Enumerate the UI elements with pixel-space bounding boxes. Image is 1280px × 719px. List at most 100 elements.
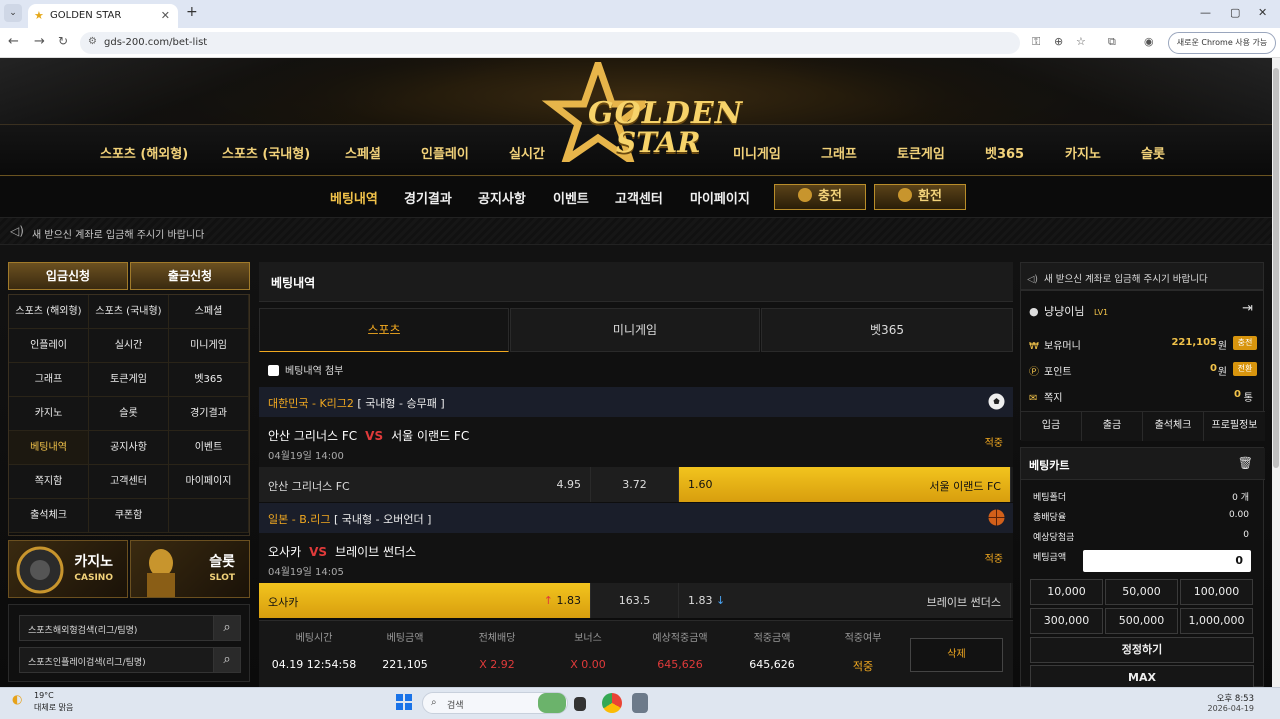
side-item-event[interactable]: 이벤트 (169, 431, 249, 465)
side-item-sports-domestic[interactable]: 스포츠 (국내형) (89, 295, 169, 329)
side-item-inplay[interactable]: 인플레이 (9, 329, 89, 363)
withdraw-request-button[interactable]: 출금신청 (130, 262, 250, 290)
weather-icon[interactable]: ◐ (12, 692, 22, 706)
odds-away[interactable]: 1.83 ↓ 브레이브 썬더스 (679, 583, 1011, 618)
nav-minigame[interactable]: 미니게임 (733, 143, 781, 162)
subnav-support[interactable]: 고객센터 (615, 188, 663, 207)
reset-button[interactable]: 정정하기 (1030, 637, 1254, 663)
side-item-live[interactable]: 실시간 (89, 329, 169, 363)
side-item-minigame[interactable]: 미니게임 (169, 329, 249, 363)
exchange-button[interactable]: 환전 (874, 184, 966, 210)
odds-away-selected[interactable]: 1.60 서울 이랜드 FC (679, 467, 1011, 502)
search-icon[interactable]: ⌕ (213, 647, 241, 673)
side-item-bet-history[interactable]: 베팅내역 (9, 431, 89, 465)
withdraw-button[interactable]: 출금 (1082, 411, 1143, 441)
side-item-messages[interactable]: 쪽지함 (9, 465, 89, 499)
side-item-coupon[interactable]: 쿠폰함 (89, 499, 169, 533)
nav-casino[interactable]: 카지노 (1065, 143, 1101, 162)
side-item-bet365[interactable]: 벳365 (169, 363, 249, 397)
side-item-attendance[interactable]: 출석체크 (9, 499, 89, 533)
subnav-bet-history[interactable]: 베팅내역 (330, 188, 378, 207)
browser-tab[interactable]: ★ GOLDEN STAR ✕ (28, 4, 178, 28)
task-view-icon[interactable] (574, 697, 586, 711)
chip-300000[interactable]: 300,000 (1030, 608, 1103, 634)
odds-home-selected[interactable]: 오사카 ↑ 1.83 (259, 583, 591, 618)
nav-special[interactable]: 스페셜 (345, 143, 381, 162)
chrome-taskbar-icon[interactable] (602, 693, 622, 713)
search-overseas-input[interactable]: 스포츠해외형검색(리그/팀명) (19, 615, 215, 641)
attendance-button[interactable]: 출석체크 (1143, 411, 1204, 441)
extensions-icon[interactable]: ⧉ (1108, 35, 1116, 49)
subnav-mypage[interactable]: 마이페이지 (690, 188, 750, 207)
calculator-icon[interactable] (632, 693, 648, 713)
tab-sports[interactable]: 스포츠 (259, 308, 509, 352)
profile-icon[interactable]: ◉ (1144, 35, 1154, 48)
chip-50000[interactable]: 50,000 (1105, 579, 1178, 605)
windows-start-icon[interactable] (396, 694, 412, 710)
tab-minigame[interactable]: 미니게임 (510, 308, 760, 352)
side-item-special[interactable]: 스페셜 (169, 295, 249, 329)
close-window-icon[interactable]: ✕ (1258, 6, 1267, 19)
chip-500000[interactable]: 500,000 (1105, 608, 1178, 634)
trash-icon[interactable]: 🗑 (1238, 456, 1253, 470)
search-icon[interactable]: ⌕ (213, 615, 241, 641)
deposit-request-button[interactable]: 입금신청 (8, 262, 128, 290)
chip-10000[interactable]: 10,000 (1030, 579, 1103, 605)
nav-sports-domestic[interactable]: 스포츠 (국내형) (222, 143, 310, 162)
minimize-icon[interactable]: — (1200, 6, 1211, 19)
side-item-notice[interactable]: 공지사항 (89, 431, 169, 465)
money-charge-button[interactable]: 충전 (1233, 336, 1257, 350)
nav-token-game[interactable]: 토큰게임 (897, 143, 945, 162)
search-inplay-input[interactable]: 스포츠인플레이검색(리그/팀명) (19, 647, 215, 673)
site-info-icon[interactable]: ⚙ (88, 36, 97, 47)
side-item-slot[interactable]: 슬롯 (89, 397, 169, 431)
address-bar[interactable]: ⚙ gds-200.com/bet-list (80, 32, 1020, 54)
charge-button[interactable]: 충전 (774, 184, 866, 210)
odds-draw[interactable]: 3.72 (591, 467, 679, 502)
zoom-icon[interactable]: ⊕ (1054, 35, 1063, 48)
side-item-sports-overseas[interactable]: 스포츠 (해외형) (9, 295, 89, 329)
deposit-button[interactable]: 입금 (1021, 411, 1082, 441)
reload-icon[interactable]: ↻ (58, 34, 68, 48)
nav-inplay[interactable]: 인플레이 (421, 143, 469, 162)
tab-bet365[interactable]: 벳365 (761, 308, 1013, 352)
profile-button[interactable]: 프로필정보 (1204, 411, 1265, 441)
bookmark-star-icon[interactable]: ☆ (1076, 35, 1086, 48)
subnav-notice[interactable]: 공지사항 (478, 188, 526, 207)
widget-icon[interactable] (538, 693, 566, 713)
side-item-graph[interactable]: 그래프 (9, 363, 89, 397)
chip-1000000[interactable]: 1,000,000 (1180, 608, 1253, 634)
side-item-casino[interactable]: 카지노 (9, 397, 89, 431)
side-item-token-game[interactable]: 토큰게임 (89, 363, 169, 397)
password-key-icon[interactable]: ⚿ (1032, 35, 1040, 49)
side-item-support[interactable]: 고객센터 (89, 465, 169, 499)
side-item-results[interactable]: 경기결과 (169, 397, 249, 431)
slot-promo-banner[interactable]: 슬롯 SLOT (130, 540, 250, 598)
scrollbar-thumb[interactable] (1273, 68, 1279, 468)
new-tab-icon[interactable]: + (186, 4, 198, 20)
nav-sports-overseas[interactable]: 스포츠 (해외형) (100, 143, 188, 162)
odds-home[interactable]: 안산 그리너스 FC 4.95 (259, 467, 591, 502)
chip-100000[interactable]: 100,000 (1180, 579, 1253, 605)
close-tab-icon[interactable]: ✕ (161, 9, 170, 22)
checkbox-icon[interactable] (268, 365, 279, 376)
back-icon[interactable]: ← (8, 34, 19, 49)
site-logo[interactable]: GOLDEN STAR (536, 62, 742, 162)
subnav-event[interactable]: 이벤트 (553, 188, 589, 207)
restore-icon[interactable]: ▢ (1230, 6, 1240, 19)
chrome-update-button[interactable]: 새로운 Chrome 사용 가능 (1168, 32, 1276, 54)
nav-slot[interactable]: 슬롯 (1141, 143, 1165, 162)
casino-promo-banner[interactable]: 카지노 CASINO (8, 540, 128, 598)
delete-button[interactable]: 삭제 (910, 638, 1003, 672)
odds-line[interactable]: 163.5 (591, 583, 679, 618)
point-convert-button[interactable]: 전환 (1233, 362, 1257, 376)
nav-bet365[interactable]: 벳365 (985, 143, 1024, 162)
subnav-results[interactable]: 경기결과 (404, 188, 452, 207)
attach-checkbox[interactable]: 베팅내역 첨부 (268, 362, 343, 377)
logout-icon[interactable]: ⇥ (1242, 301, 1253, 316)
side-item-mypage[interactable]: 마이페이지 (169, 465, 249, 499)
forward-icon[interactable]: → (34, 34, 45, 49)
bet-amount-input[interactable]: 0 (1083, 550, 1251, 572)
tab-list-button[interactable]: ⌄ (4, 4, 22, 22)
nav-graph[interactable]: 그래프 (821, 143, 857, 162)
